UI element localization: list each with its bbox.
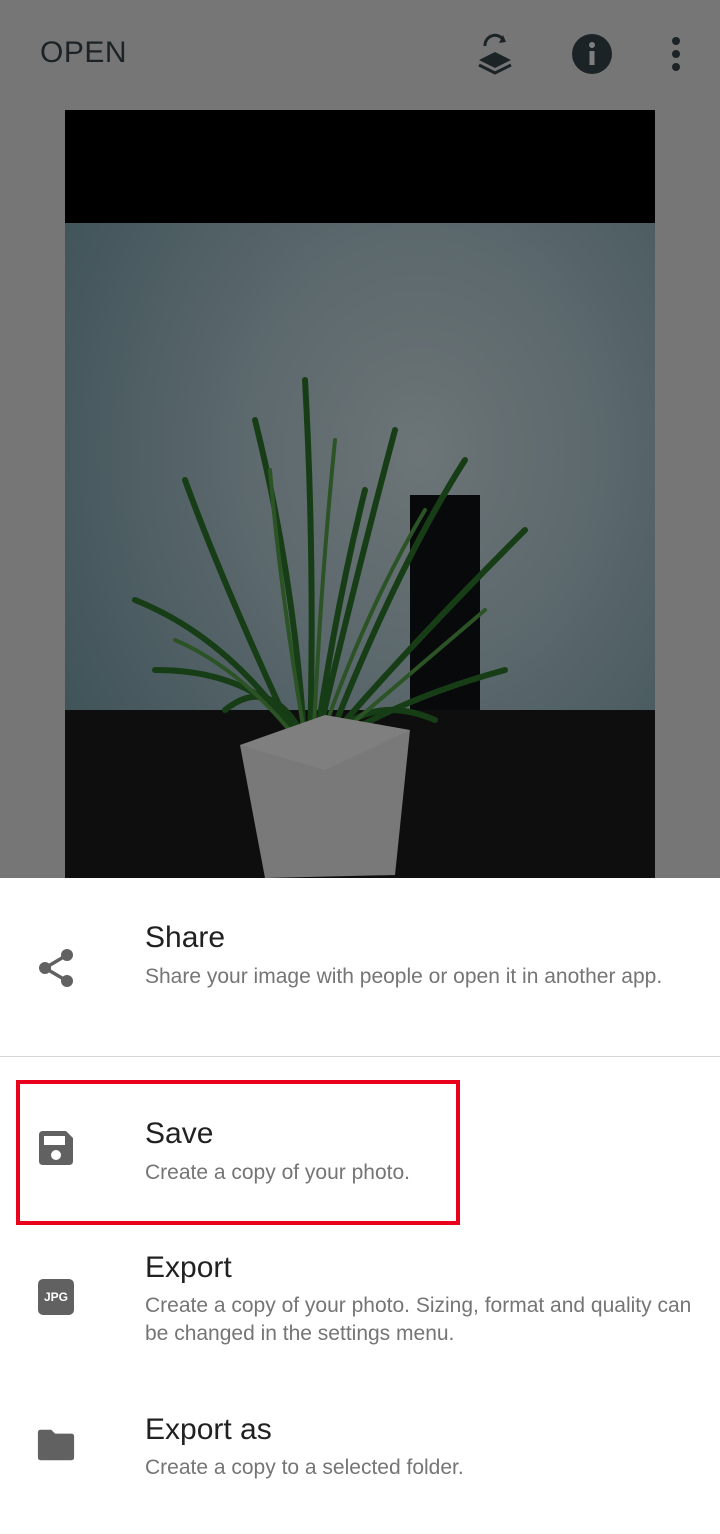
- share-icon: [36, 948, 76, 988]
- editor-area: OPEN: [0, 0, 720, 878]
- export-option[interactable]: JPG Export Create a copy of your photo. …: [0, 1223, 720, 1373]
- share-subtitle: Share your image with people or open it …: [145, 965, 663, 988]
- dim-overlay[interactable]: [0, 0, 720, 878]
- folder-icon: [36, 1425, 76, 1465]
- jpg-icon: JPG: [36, 1277, 76, 1317]
- export-as-subtitle: Create a copy to a selected folder.: [145, 1456, 464, 1479]
- screen: OPEN: [0, 0, 720, 1534]
- export-subtitle: Create a copy of your photo. Sizing, for…: [145, 1294, 692, 1345]
- export-as-option[interactable]: Export as Create a copy to a selected fo…: [0, 1383, 720, 1523]
- share-option[interactable]: Share Share your image with people or op…: [0, 878, 720, 1056]
- bottom-sheet: Share Share your image with people or op…: [0, 878, 720, 1534]
- export-title: Export: [145, 1251, 232, 1284]
- highlight-box: [16, 1080, 460, 1225]
- share-title: Share: [145, 921, 226, 954]
- divider: [0, 1056, 720, 1057]
- jpg-badge-text: JPG: [38, 1279, 74, 1315]
- export-as-title: Export as: [145, 1413, 272, 1446]
